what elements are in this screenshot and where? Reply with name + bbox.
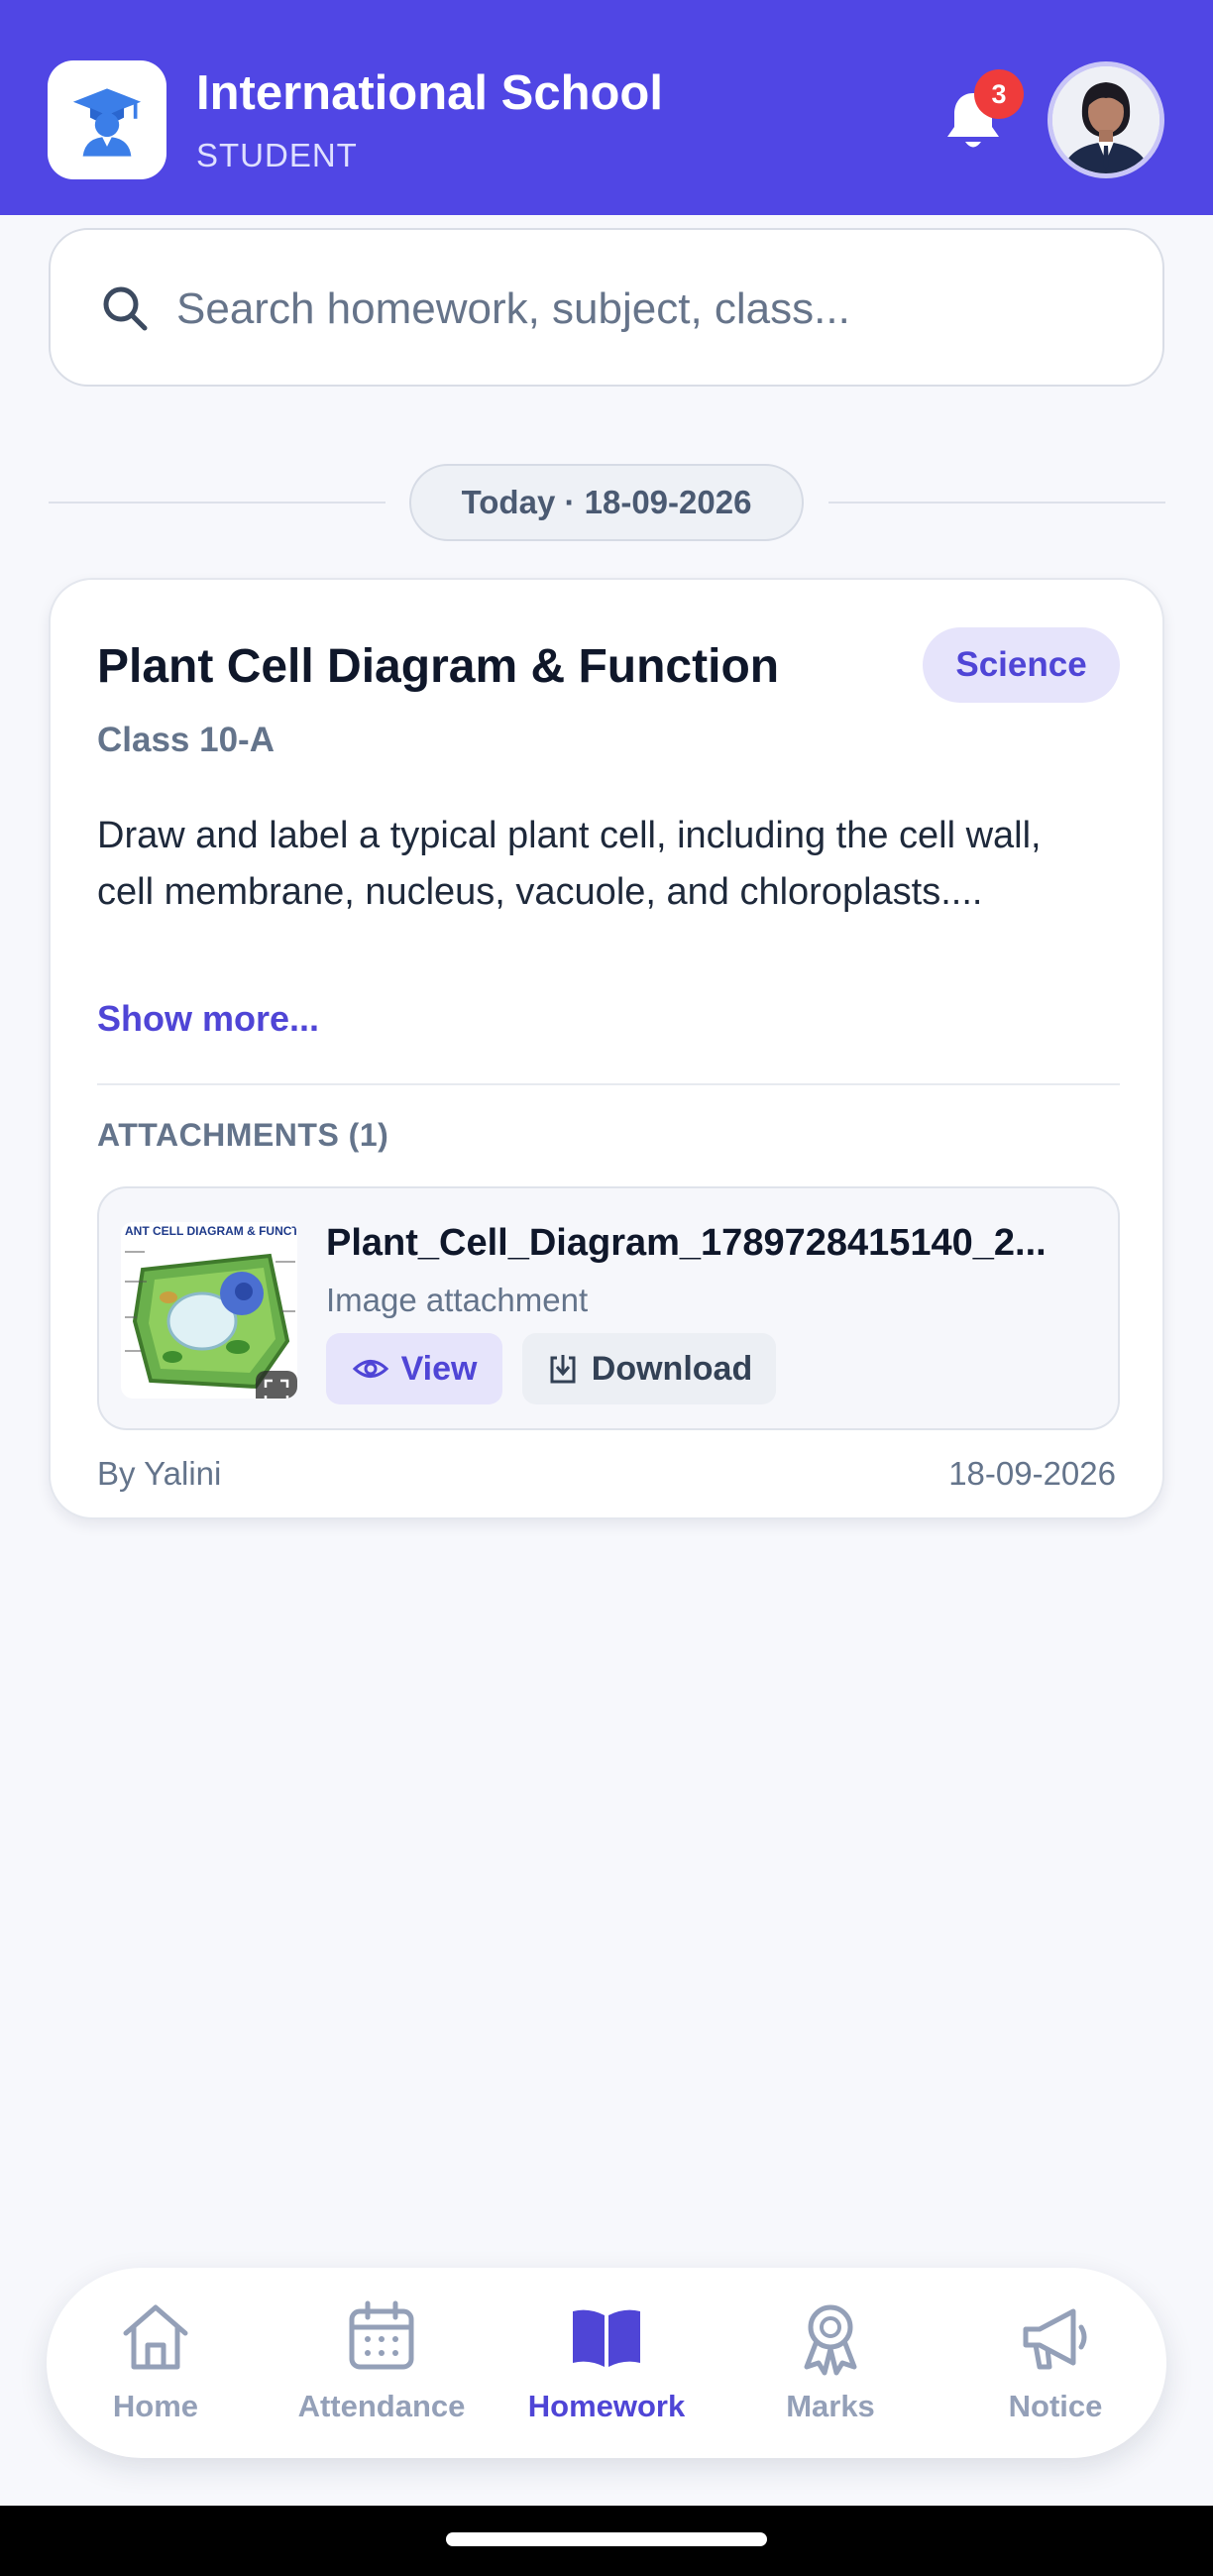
nav-item-notice[interactable]: Notice xyxy=(946,2297,1164,2436)
download-button[interactable]: Download xyxy=(522,1333,776,1404)
homework-title: Plant Cell Diagram & Function xyxy=(97,640,780,693)
nav-label-attendance: Attendance xyxy=(297,2389,466,2423)
attachment-file-type: Image attachment xyxy=(326,1282,589,1318)
download-label: Download xyxy=(591,1349,753,1388)
nav-label-homework: Homework xyxy=(527,2389,686,2423)
megaphone-icon xyxy=(1023,2308,1087,2370)
homework-date: 18-09-2026 xyxy=(948,1455,1116,1492)
divider-left xyxy=(49,502,386,504)
eye-icon xyxy=(352,1360,388,1378)
app-header: International School STUDENT 3 xyxy=(0,0,1213,215)
date-group-label: Today · 18-09-2026 xyxy=(409,464,804,541)
award-icon xyxy=(804,2304,857,2376)
school-logo xyxy=(48,60,166,179)
bottom-nav: Home Attendance Homework Marks Notice xyxy=(47,2268,1166,2458)
card-divider xyxy=(97,1083,1120,1085)
book-icon xyxy=(573,2309,640,2367)
homework-author: By Yalini xyxy=(97,1455,222,1492)
calendar-icon xyxy=(349,2300,414,2370)
search-icon xyxy=(103,286,148,331)
expand-icon[interactable] xyxy=(256,1371,297,1399)
nav-label-notice: Notice xyxy=(1008,2389,1103,2423)
subject-badge: Science xyxy=(923,627,1120,703)
homework-card[interactable]: Plant Cell Diagram & Function Science Cl… xyxy=(49,578,1164,1519)
nav-item-homework[interactable]: Homework xyxy=(497,2297,716,2436)
view-label: View xyxy=(400,1349,478,1388)
home-icon xyxy=(123,2304,188,2370)
graduate-icon xyxy=(72,88,142,157)
show-more-link[interactable]: Show more... xyxy=(97,998,319,1040)
view-button[interactable]: View xyxy=(326,1333,502,1404)
school-name: International School xyxy=(196,66,663,120)
attachment-file-name: Plant_Cell_Diagram_1789728415140_2... xyxy=(326,1222,1047,1264)
nav-item-home[interactable]: Home xyxy=(47,2297,265,2436)
attachment-item[interactable]: ANT CELL DIAGRAM & FUNCTI Plant_Cell_Dia… xyxy=(97,1186,1120,1430)
homework-description: Draw and label a typical plant cell, inc… xyxy=(97,815,1042,913)
attachments-heading: ATTACHMENTS (1) xyxy=(97,1117,389,1153)
search-input[interactable] xyxy=(176,270,1128,349)
nav-item-attendance[interactable]: Attendance xyxy=(273,2297,491,2436)
class-label: Class 10-A xyxy=(97,721,275,759)
notification-badge: 3 xyxy=(974,69,1024,119)
download-icon xyxy=(550,1355,576,1384)
nav-label-marks: Marks xyxy=(786,2389,875,2423)
attachment-thumbnail[interactable]: ANT CELL DIAGRAM & FUNCTI xyxy=(121,1222,297,1399)
avatar[interactable] xyxy=(1048,61,1164,178)
home-indicator[interactable] xyxy=(446,2532,767,2546)
system-nav-bar xyxy=(0,2506,1213,2576)
divider-right xyxy=(828,502,1165,504)
nav-item-marks[interactable]: Marks xyxy=(721,2297,939,2436)
student-photo xyxy=(1052,66,1159,173)
user-role: STUDENT xyxy=(196,137,358,173)
homework-screen: International School STUDENT 3 Search ho… xyxy=(0,0,1213,2576)
search-bar[interactable] xyxy=(49,228,1164,387)
nav-label-home: Home xyxy=(112,2389,199,2423)
